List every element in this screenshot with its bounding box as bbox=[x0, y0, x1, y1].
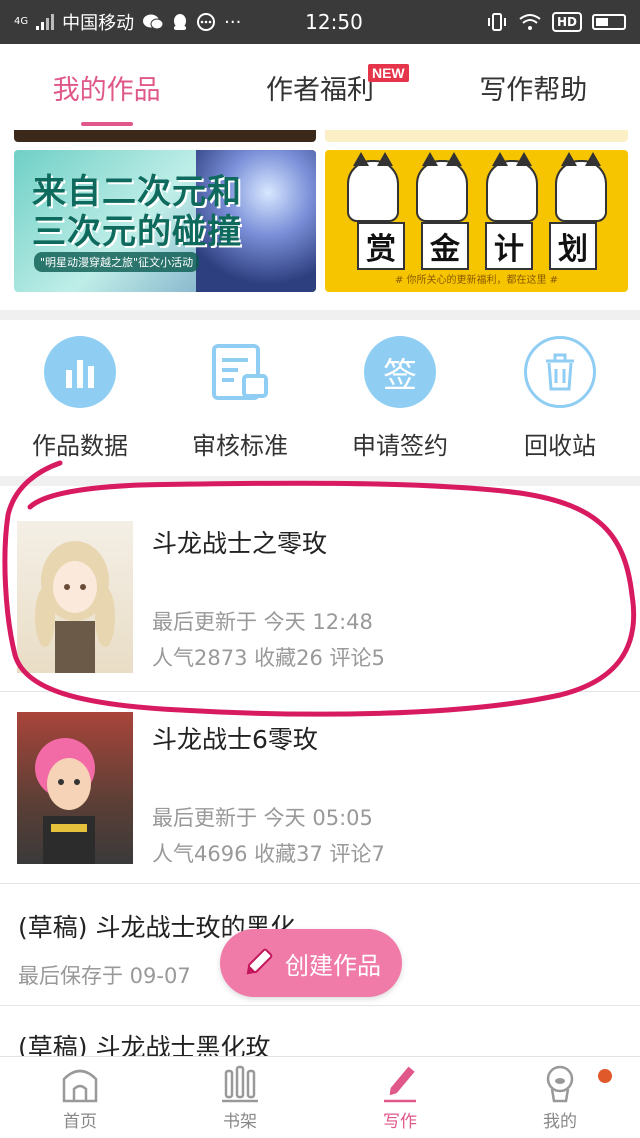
status-right: HD bbox=[414, 12, 626, 32]
tab-my-works[interactable]: 我的作品 bbox=[0, 44, 213, 130]
nav-profile-label: 我的 bbox=[543, 1112, 577, 1132]
pen-icon bbox=[384, 1066, 416, 1103]
work-cover-image bbox=[17, 712, 133, 864]
work-stats: 人气4696 收藏37 评论7 bbox=[152, 842, 385, 866]
hd-indicator: HD bbox=[551, 12, 582, 32]
battery-icon bbox=[592, 14, 626, 30]
cat-image bbox=[554, 152, 607, 222]
cat-illustrations bbox=[347, 152, 607, 230]
bottom-nav: 首页 书架 写作 我的 bbox=[0, 1056, 640, 1138]
tab-writing-help[interactable]: 写作帮助 bbox=[427, 44, 640, 130]
work-last-updated: 最后更新于 今天 05:05 bbox=[152, 806, 373, 830]
cat-image bbox=[347, 152, 399, 222]
pencil-icon bbox=[246, 948, 273, 975]
status-left: 4G 中国移动 ··· bbox=[14, 9, 254, 35]
nav-profile[interactable]: 我的 bbox=[480, 1057, 640, 1138]
action-work-data-label: 作品数据 bbox=[32, 432, 128, 460]
banner-event-subtitle: "明星动漫穿越之旅"征文小活动 bbox=[34, 252, 200, 272]
bounty-char: 计 bbox=[485, 222, 533, 270]
bounty-char: 金 bbox=[421, 222, 469, 270]
banner-carousel: 来自二次元和 三次元的碰撞 "明星动漫穿越之旅"征文小活动 赏 金 计 划 # … bbox=[0, 130, 640, 310]
signal-icon bbox=[36, 14, 55, 30]
nav-home[interactable]: 首页 bbox=[0, 1057, 160, 1138]
nav-bookshelf-label: 书架 bbox=[223, 1112, 257, 1132]
bounty-title: 赏 金 计 划 bbox=[357, 222, 597, 270]
action-apply-contract[interactable]: 签 申请签约 bbox=[320, 320, 480, 476]
new-badge: NEW bbox=[367, 64, 409, 82]
work-item[interactable]: 斗龙战士6零玫 最后更新于 今天 05:05 人气4696 收藏37 评论7 bbox=[0, 692, 640, 884]
work-cover-image bbox=[17, 521, 133, 673]
tab-writing-help-label: 写作帮助 bbox=[479, 74, 588, 106]
sign-contract-icon: 签 bbox=[364, 336, 436, 408]
home-icon bbox=[62, 1069, 98, 1103]
draft-item[interactable]: (草稿) 斗龙战士黑化玫 bbox=[0, 1006, 640, 1056]
bounty-char: 赏 bbox=[357, 222, 405, 270]
work-title: 斗龙战士6零玫 bbox=[152, 725, 318, 754]
quick-actions: 作品数据 审核标准 签 申请签约 回收站 bbox=[0, 320, 640, 476]
tab-author-benefits[interactable]: 作者福利 NEW bbox=[213, 44, 426, 130]
bar-chart-icon bbox=[44, 336, 116, 408]
action-apply-contract-label: 申请签约 bbox=[352, 432, 448, 460]
nav-write[interactable]: 写作 bbox=[320, 1057, 480, 1138]
action-work-data[interactable]: 作品数据 bbox=[0, 320, 160, 476]
notification-dot bbox=[598, 1069, 612, 1083]
wechat-icon bbox=[143, 14, 164, 30]
banner-prev-left bbox=[14, 130, 316, 142]
banner-event-title-line2: 三次元的碰撞 bbox=[32, 212, 242, 252]
message-icon bbox=[197, 13, 216, 31]
nav-write-label: 写作 bbox=[383, 1112, 417, 1132]
active-tab-indicator bbox=[80, 122, 133, 126]
status-bar: 4G 中国移动 ··· 12:50 HD bbox=[0, 0, 640, 44]
banner-prev-right bbox=[325, 130, 628, 142]
banner-event[interactable]: 来自二次元和 三次元的碰撞 "明星动漫穿越之旅"征文小活动 bbox=[14, 150, 316, 292]
create-work-label: 创建作品 bbox=[285, 951, 381, 980]
nav-bookshelf[interactable]: 书架 bbox=[160, 1057, 320, 1138]
work-title: 斗龙战士之零玫 bbox=[152, 529, 328, 558]
action-recycle-bin-label: 回收站 bbox=[524, 432, 596, 460]
top-tabs: 我的作品 作者福利 NEW 写作帮助 bbox=[0, 44, 640, 130]
create-work-button[interactable]: 创建作品 bbox=[220, 929, 402, 997]
cat-image bbox=[485, 152, 538, 222]
tab-my-works-label: 我的作品 bbox=[52, 74, 161, 106]
action-recycle-bin[interactable]: 回收站 bbox=[480, 320, 640, 476]
profile-icon bbox=[546, 1065, 574, 1103]
wifi-icon bbox=[519, 14, 541, 30]
action-review-standards-label: 审核标准 bbox=[192, 432, 288, 460]
action-review-standards[interactable]: 审核标准 bbox=[160, 320, 320, 476]
banner-event-title-line1: 来自二次元和 bbox=[32, 172, 242, 212]
carrier-name: 中国移动 bbox=[62, 13, 135, 34]
network-type: 4G bbox=[14, 16, 29, 27]
draft-last-saved: 最后保存于 09-07 bbox=[18, 964, 191, 988]
bounty-subtitle: # 你所关心的更新福利，都在这里 # bbox=[394, 275, 559, 286]
nav-home-label: 首页 bbox=[63, 1112, 97, 1132]
banner-event-title: 来自二次元和 三次元的碰撞 bbox=[32, 172, 242, 252]
work-last-updated: 最后更新于 今天 12:48 bbox=[152, 610, 373, 634]
qq-icon bbox=[174, 14, 187, 30]
banner-bounty[interactable]: 赏 金 计 划 # 你所关心的更新福利，都在这里 # bbox=[325, 150, 628, 292]
more-notifications: ··· bbox=[224, 11, 242, 33]
cat-image bbox=[416, 152, 469, 222]
bookshelf-icon bbox=[222, 1065, 258, 1103]
clock: 12:50 bbox=[305, 10, 363, 34]
work-item[interactable]: 斗龙战士之零玫 最后更新于 今天 12:48 人气2873 收藏26 评论5 bbox=[0, 486, 640, 692]
trash-icon bbox=[524, 336, 596, 408]
review-standard-icon bbox=[204, 336, 276, 408]
vibrate-icon bbox=[487, 13, 506, 31]
bounty-char: 划 bbox=[549, 222, 597, 270]
draft-title: (草稿) 斗龙战士黑化玫 bbox=[18, 1033, 271, 1056]
tab-author-benefits-label: 作者福利 bbox=[265, 74, 374, 106]
work-stats: 人气2873 收藏26 评论5 bbox=[152, 646, 385, 670]
